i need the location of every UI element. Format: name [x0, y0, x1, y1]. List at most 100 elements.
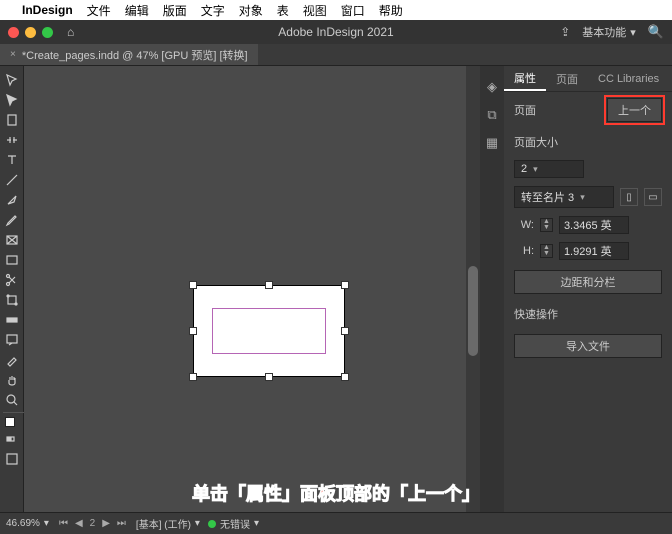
fill-swatch[interactable]	[5, 417, 15, 427]
import-file-button[interactable]: 导入文件	[514, 334, 662, 358]
height-label: H:	[514, 245, 534, 257]
direct-selection-tool[interactable]	[0, 90, 24, 110]
menu-table[interactable]: 表	[277, 2, 289, 19]
scissors-tool[interactable]	[0, 270, 24, 290]
selection-tool[interactable]	[0, 70, 24, 90]
height-stepper[interactable]: ▲▼	[540, 244, 553, 258]
height-input[interactable]	[559, 242, 629, 260]
scrollbar-thumb[interactable]	[468, 266, 478, 356]
handle-t[interactable]	[265, 281, 273, 289]
prev-page-icon[interactable]: ◀	[73, 518, 85, 529]
pen-tool[interactable]	[0, 190, 24, 210]
chevron-down-icon: ▾	[44, 518, 49, 529]
rectangle-frame-tool[interactable]	[0, 230, 24, 250]
handle-br[interactable]	[341, 373, 349, 381]
search-icon[interactable]: 🔍	[648, 24, 664, 40]
menu-app[interactable]: InDesign	[22, 3, 73, 17]
note-tool[interactable]	[0, 330, 24, 350]
margin-guide	[212, 308, 326, 354]
color-theme-tool[interactable]	[0, 429, 24, 449]
page-artboard[interactable]	[194, 286, 344, 376]
chevron-down-icon: ▾	[254, 518, 259, 529]
handle-l[interactable]	[189, 327, 197, 335]
menu-file[interactable]: 文件	[87, 2, 111, 19]
page-header-row: 页面 上一个	[504, 92, 672, 128]
orientation-landscape-icon[interactable]: ▭	[644, 188, 662, 206]
width-label: W:	[514, 219, 534, 231]
document-tabbar: × *Create_pages.indd @ 47% [GPU 预览] [转换]	[0, 44, 672, 66]
preflight-status[interactable]: 无错误 ▾	[208, 516, 259, 531]
first-page-icon[interactable]: ⏮	[57, 518, 70, 529]
layer-label: [基本] (工作)	[136, 516, 191, 531]
home-icon[interactable]: ⌂	[67, 25, 74, 39]
close-tab-icon[interactable]: ×	[10, 49, 16, 60]
layer-select[interactable]: [基本] (工作) ▾	[136, 516, 200, 531]
status-bar: 46.69% ▾ ⏮ ◀ 2 ▶ ⏭ [基本] (工作) ▾ 无错误 ▾	[0, 512, 672, 534]
workspace-switcher[interactable]: 基本功能 ▾	[582, 24, 636, 40]
tab-title: *Create_pages.indd @ 47% [GPU 预览] [转换]	[22, 47, 248, 63]
handle-bl[interactable]	[189, 373, 197, 381]
quick-actions-label: 快速操作	[504, 300, 672, 328]
width-stepper[interactable]: ▲▼	[540, 218, 553, 232]
gradient-tool[interactable]	[0, 310, 24, 330]
gap-tool[interactable]	[0, 130, 24, 150]
tab-properties[interactable]: 属性	[504, 66, 546, 91]
macos-menubar: InDesign 文件 编辑 版面 文字 对象 表 视图 窗口 帮助 www.m…	[0, 0, 672, 20]
type-tool[interactable]	[0, 150, 24, 170]
next-page-icon[interactable]: ▶	[100, 518, 112, 529]
page-navigator[interactable]: ⏮ ◀ 2 ▶ ⏭	[57, 518, 128, 529]
rectangle-tool[interactable]	[0, 250, 24, 270]
page-size-label: 页面大小	[504, 128, 672, 156]
tab-pages[interactable]: 页面	[546, 66, 588, 91]
last-page-icon[interactable]: ⏭	[115, 518, 128, 529]
pencil-tool[interactable]	[0, 210, 24, 230]
handle-tr[interactable]	[341, 281, 349, 289]
layers-dock-icon[interactable]: ◈	[483, 78, 501, 96]
vertical-scrollbar[interactable]	[466, 66, 480, 512]
menu-layout[interactable]: 版面	[163, 2, 187, 19]
links-dock-icon[interactable]: ⧉	[483, 106, 501, 124]
margins-columns-button[interactable]: 边距和分栏	[514, 270, 662, 294]
eyedropper-tool[interactable]	[0, 350, 24, 370]
workspace-label: 基本功能	[582, 24, 626, 40]
tab-cc-libraries[interactable]: CC Libraries	[588, 66, 669, 91]
width-input[interactable]	[559, 216, 629, 234]
preset-select[interactable]: 转至名片 3 ▾	[514, 186, 614, 208]
handle-r[interactable]	[341, 327, 349, 335]
free-transform-tool[interactable]	[0, 290, 24, 310]
line-tool[interactable]	[0, 170, 24, 190]
previous-button[interactable]: 上一个	[607, 98, 662, 122]
menu-edit[interactable]: 编辑	[125, 2, 149, 19]
properties-panel: 属性 页面 CC Libraries 页面 上一个 页面大小 2 ▾ 转至名片 …	[504, 66, 672, 512]
canvas[interactable]	[24, 66, 480, 512]
watermark: www.macz.com	[292, 2, 380, 14]
share-icon[interactable]: ⇪	[560, 25, 570, 39]
app-title: Adobe InDesign 2021	[278, 25, 393, 39]
menu-help[interactable]: 帮助	[379, 2, 403, 19]
hand-tool[interactable]	[0, 370, 24, 390]
fill-stroke-swatches[interactable]	[0, 415, 23, 429]
panel-tabs: 属性 页面 CC Libraries	[504, 66, 672, 92]
handle-b[interactable]	[265, 373, 273, 381]
minimize-window[interactable]	[25, 27, 36, 38]
maximize-window[interactable]	[42, 27, 53, 38]
close-window[interactable]	[8, 27, 19, 38]
status-ok-icon	[208, 520, 216, 528]
zoom-tool[interactable]	[0, 390, 24, 410]
chevron-down-icon: ▾	[630, 26, 636, 39]
page-size-value: 2	[521, 163, 527, 175]
page-tool[interactable]	[0, 110, 24, 130]
orientation-portrait-icon[interactable]: ▯	[620, 188, 638, 206]
app-titlebar: ⌂ Adobe InDesign 2021 ⇪ 基本功能 ▾ 🔍	[0, 20, 672, 44]
view-mode-toggle[interactable]	[0, 449, 24, 469]
menu-object[interactable]: 对象	[239, 2, 263, 19]
swatches-dock-icon[interactable]: ▦	[483, 134, 501, 152]
menu-type[interactable]: 文字	[201, 2, 225, 19]
page-section-label: 页面	[514, 102, 536, 118]
handle-tl[interactable]	[189, 281, 197, 289]
page-size-select[interactable]: 2 ▾	[514, 160, 584, 178]
document-tab[interactable]: × *Create_pages.indd @ 47% [GPU 预览] [转换]	[0, 44, 258, 65]
page-number[interactable]: 2	[88, 518, 98, 529]
error-label: 无错误	[220, 516, 250, 531]
zoom-select[interactable]: 46.69% ▾	[6, 518, 49, 529]
